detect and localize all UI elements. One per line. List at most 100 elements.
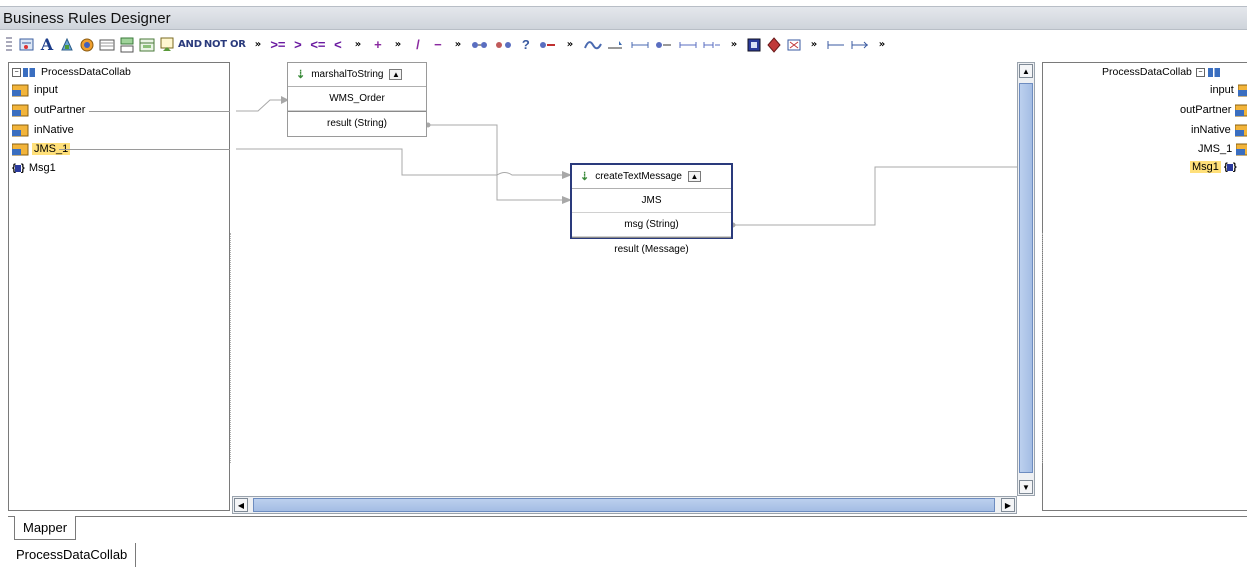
toolbar: A AND NOT OR » >= > <= < » + » / − » ? »… (0, 31, 1247, 58)
folder-icon (1234, 103, 1247, 117)
destination-node-input[interactable]: input (1208, 82, 1247, 98)
method-result[interactable]: result (String) (288, 111, 426, 135)
collapse-icon[interactable]: − (1195, 67, 1205, 77)
more-operators-1[interactable]: » (249, 34, 267, 56)
array-icon[interactable] (158, 34, 176, 56)
window-title: Business Rules Designer (0, 6, 1247, 30)
more-operators-3[interactable]: » (389, 34, 407, 56)
method-param[interactable]: JMS (572, 189, 731, 213)
source-node-outpartner[interactable]: outPartner (11, 102, 87, 118)
not-operator[interactable]: NOT (204, 34, 227, 56)
destination-node-jms1[interactable]: JMS_1 (1196, 141, 1247, 157)
method-param[interactable]: WMS_Order (288, 87, 426, 111)
method-header: ⇣ createTextMessage ▲ (572, 165, 731, 189)
toolbar-grip[interactable] (6, 37, 12, 53)
and-operator[interactable]: AND (178, 34, 202, 56)
scroll-right-button[interactable]: ▶ (1001, 498, 1015, 512)
decrement-icon[interactable] (849, 34, 871, 56)
string-length-icon[interactable] (537, 34, 559, 56)
source-tree-root[interactable]: − ProcessDataCollab (12, 64, 133, 80)
marshal-to-string-method[interactable]: ⇣ marshalToString ▲ WMS_Order result (St… (287, 62, 427, 137)
method-icon: ⇣ (580, 171, 590, 183)
scroll-left-button[interactable]: ◀ (234, 498, 248, 512)
method-palette-icon[interactable] (18, 34, 36, 56)
method-result[interactable]: result (Message) (572, 237, 731, 261)
collapse-button[interactable]: ▲ (687, 171, 701, 182)
throw-icon[interactable] (785, 34, 803, 56)
replace-icon[interactable] (701, 34, 723, 56)
destination-node-label: Msg1 (1190, 161, 1221, 173)
source-node-input[interactable]: input (11, 82, 60, 98)
gte-operator[interactable]: >= (269, 34, 287, 56)
collapse-button[interactable]: ▲ (389, 69, 403, 80)
tree-divider (1042, 233, 1043, 463)
method-header: ⇣ marshalToString ▲ (288, 63, 426, 87)
destination-node-label: JMS_1 (1198, 143, 1233, 155)
create-text-message-method[interactable]: ⇣ createTextMessage ▲ JMS msg (String) r… (570, 163, 733, 255)
source-node-label: Msg1 (28, 162, 56, 174)
class-icon[interactable] (138, 34, 156, 56)
destination-tree-root[interactable]: ProcessDataCollab − (1100, 64, 1220, 80)
tab-mapper[interactable]: Mapper (14, 516, 77, 540)
java-method-icon[interactable] (58, 34, 76, 56)
literal-text-icon[interactable]: A (38, 34, 56, 56)
more-operators-8[interactable]: » (873, 34, 891, 56)
source-node-msg1[interactable]: {} Msg1 (12, 160, 58, 176)
char-at-icon[interactable] (677, 34, 699, 56)
more-operators-4[interactable]: » (449, 34, 467, 56)
source-node-innative[interactable]: inNative (11, 122, 76, 138)
minus-operator[interactable]: − (429, 34, 447, 56)
destination-node-outpartner[interactable]: outPartner (1178, 102, 1247, 118)
substring-icon[interactable] (581, 34, 603, 56)
source-link-outpartner (89, 111, 230, 112)
to-lower-icon[interactable] (653, 34, 675, 56)
table-icon[interactable] (98, 34, 116, 56)
plus-operator[interactable]: + (369, 34, 387, 56)
message-icon: {} (1223, 161, 1237, 173)
gt-operator[interactable]: > (289, 34, 307, 56)
more-operators-5[interactable]: » (561, 34, 579, 56)
local-variable-icon[interactable] (118, 34, 136, 56)
vertical-scrollbar[interactable]: ▲ ▼ (1017, 62, 1035, 496)
folder-icon (11, 123, 29, 137)
vertical-scroll-thumb[interactable] (1019, 83, 1033, 473)
method-icon: ⇣ (296, 69, 306, 81)
scroll-down-button[interactable]: ▼ (1019, 480, 1033, 494)
scroll-up-button[interactable]: ▲ (1019, 64, 1033, 78)
method-name: createTextMessage (595, 171, 682, 182)
destination-node-msg1[interactable]: Msg1 {} (1190, 159, 1239, 175)
string-compare-icon[interactable] (493, 34, 515, 56)
destination-node-label: outPartner (1180, 104, 1232, 116)
destination-node-innative[interactable]: inNative (1189, 122, 1247, 138)
divide-operator[interactable]: / (409, 34, 427, 56)
message-icon: {} (12, 162, 25, 174)
lte-operator[interactable]: <= (309, 34, 327, 56)
more-operators-6[interactable]: » (725, 34, 743, 56)
business-rules-designer: Business Rules Designer A AND NOT OR » >… (0, 0, 1247, 567)
destination-tree-root-label: ProcessDataCollab (1102, 66, 1192, 78)
or-operator[interactable]: OR (229, 34, 247, 56)
horizontal-scrollbar[interactable]: ◀ ▶ (232, 496, 1017, 514)
more-operators-2[interactable]: » (349, 34, 367, 56)
index-of-icon[interactable] (605, 34, 627, 56)
method-param[interactable]: msg (String) (572, 213, 731, 237)
source-link-jms1 (59, 149, 230, 150)
object-icon[interactable] (78, 34, 96, 56)
folder-icon (11, 83, 29, 97)
exception-icon[interactable] (765, 34, 783, 56)
tab-process-data-collab[interactable]: ProcessDataCollab (8, 543, 137, 567)
collapse-icon[interactable]: − (12, 67, 21, 77)
cast-icon[interactable] (745, 34, 763, 56)
tree-divider (230, 233, 231, 463)
horizontal-scroll-thumb[interactable] (253, 498, 995, 512)
folder-icon (1235, 142, 1247, 156)
string-concat-icon[interactable] (469, 34, 491, 56)
destination-node-label: inNative (1191, 124, 1231, 136)
more-operators-7[interactable]: » (805, 34, 823, 56)
increment-icon[interactable] (825, 34, 847, 56)
question-icon[interactable]: ? (517, 34, 535, 56)
trim-icon[interactable] (629, 34, 651, 56)
source-node-label: inNative (34, 124, 74, 136)
folder-icon (1237, 83, 1247, 97)
lt-operator[interactable]: < (329, 34, 347, 56)
